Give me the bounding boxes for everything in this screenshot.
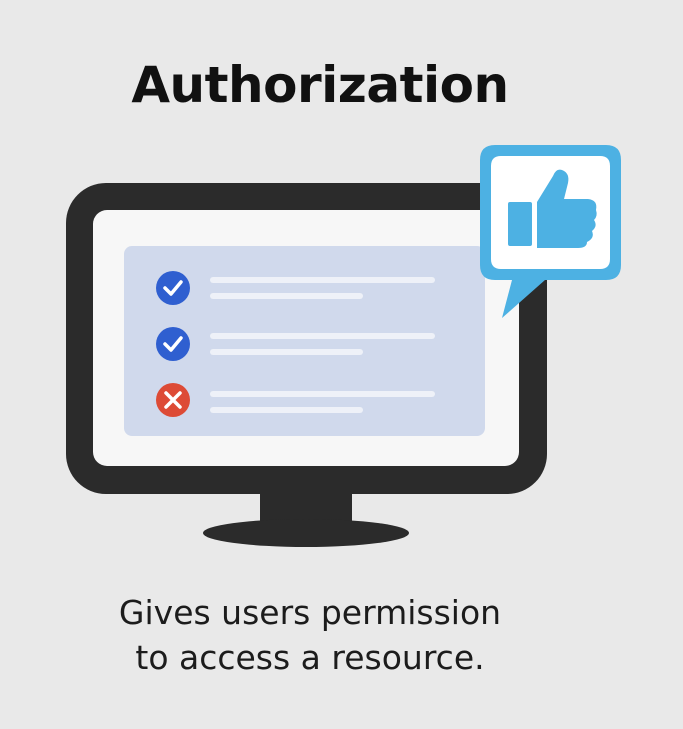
x-circle-icon <box>156 383 190 417</box>
text-line <box>210 333 435 339</box>
text-line <box>210 407 363 413</box>
caption-line-1: Gives users permission <box>118 593 502 632</box>
checkmark-circle-icon <box>156 327 190 361</box>
caption-line-2: to access a resource. <box>135 638 485 677</box>
text-line <box>210 293 363 299</box>
text-line <box>210 277 435 283</box>
authorization-infographic: Authorization Gives users permission to … <box>0 0 683 729</box>
caption: Gives users permission to access a resou… <box>0 590 620 680</box>
text-line <box>210 349 363 355</box>
text-line <box>210 391 435 397</box>
checkmark-circle-icon <box>156 271 190 305</box>
